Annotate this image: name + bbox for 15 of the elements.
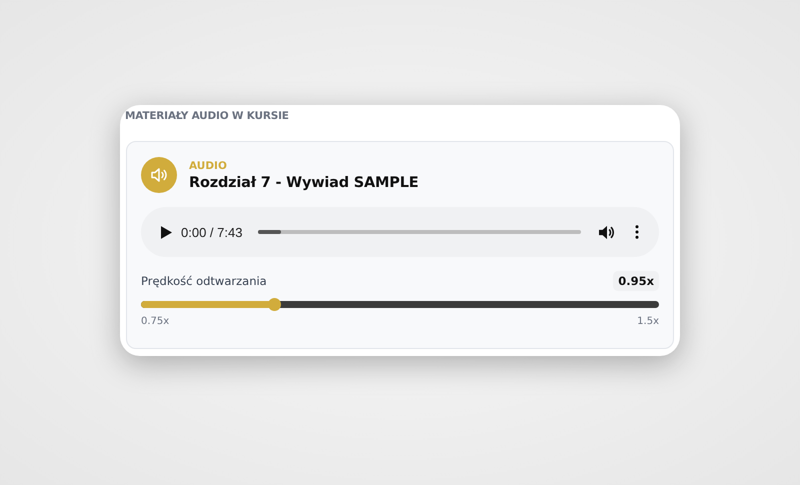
speaker-icon <box>141 157 177 193</box>
time-display: 0:00 / 7:43 <box>181 224 242 240</box>
play-icon[interactable] <box>161 226 172 238</box>
media-type-label: AUDIO <box>189 160 228 172</box>
speed-label: Prędkość odtwarzania <box>141 274 267 288</box>
speed-value: 0.95x <box>613 271 659 291</box>
section-title: MATERIAŁY AUDIO W KURSIE <box>125 110 290 122</box>
max-speed-label: 1.5x <box>637 316 659 327</box>
speed-slider[interactable] <box>141 301 659 308</box>
min-speed-label: 0.75x <box>141 316 170 327</box>
volume-icon[interactable] <box>599 224 615 240</box>
more-options-icon[interactable] <box>635 225 639 239</box>
slider-thumb[interactable] <box>268 298 281 311</box>
audio-title: Rozdział 7 - Wywiad SAMPLE <box>189 174 418 190</box>
progress-track[interactable] <box>258 230 581 234</box>
